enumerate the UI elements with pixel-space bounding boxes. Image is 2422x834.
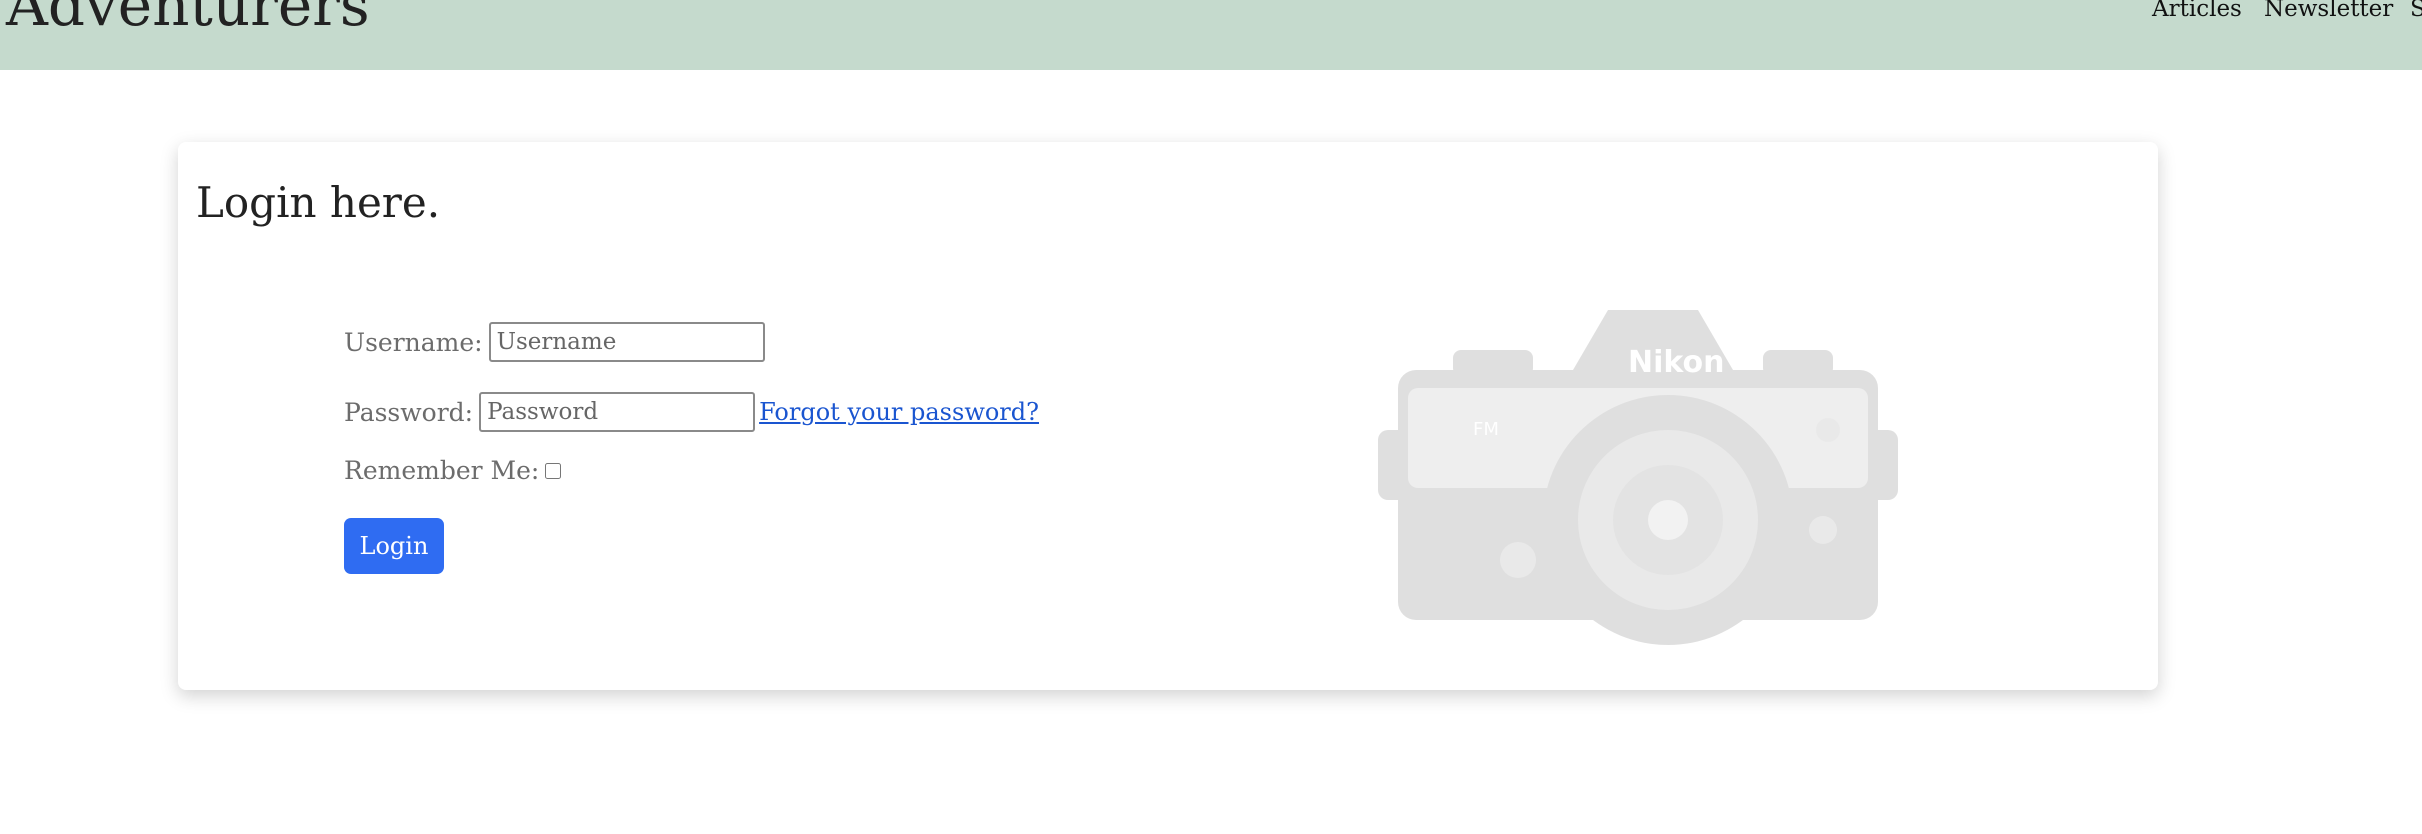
username-label: Username: <box>344 327 483 357</box>
password-row: Password: Forgot your password? <box>344 392 1039 432</box>
login-card: Login here. Username: Password: Forgot y… <box>178 142 2158 690</box>
nav-item-truncated[interactable]: S <box>2410 0 2422 22</box>
site-header: Adventurers Articles Newsletter S <box>0 0 2422 70</box>
camera-model-text: FM <box>1473 419 1499 440</box>
forgot-password-link[interactable]: Forgot your password? <box>759 398 1039 426</box>
site-brand[interactable]: Adventurers <box>6 0 370 40</box>
camera-dial-right <box>1763 350 1833 376</box>
camera-image: Nikon FM <box>1378 310 1898 645</box>
camera-button <box>1500 542 1536 578</box>
nav-newsletter[interactable]: Newsletter <box>2264 0 2393 22</box>
camera-button-right <box>1809 516 1837 544</box>
login-button[interactable]: Login <box>344 518 444 574</box>
page-title: Login here. <box>196 178 441 227</box>
remember-row: Remember Me: <box>344 456 562 485</box>
password-input[interactable] <box>479 392 756 432</box>
camera-dial-left <box>1453 350 1533 376</box>
camera-brand-text: Nikon <box>1628 345 1725 380</box>
remember-checkbox[interactable] <box>545 462 562 479</box>
camera-meter-window <box>1816 418 1840 442</box>
password-label: Password: <box>344 397 474 427</box>
username-input[interactable] <box>488 322 765 362</box>
username-row: Username: <box>344 322 765 362</box>
remember-label: Remember Me: <box>344 456 540 485</box>
nav-articles[interactable]: Articles <box>2152 0 2242 22</box>
camera-lens-center <box>1648 500 1688 540</box>
